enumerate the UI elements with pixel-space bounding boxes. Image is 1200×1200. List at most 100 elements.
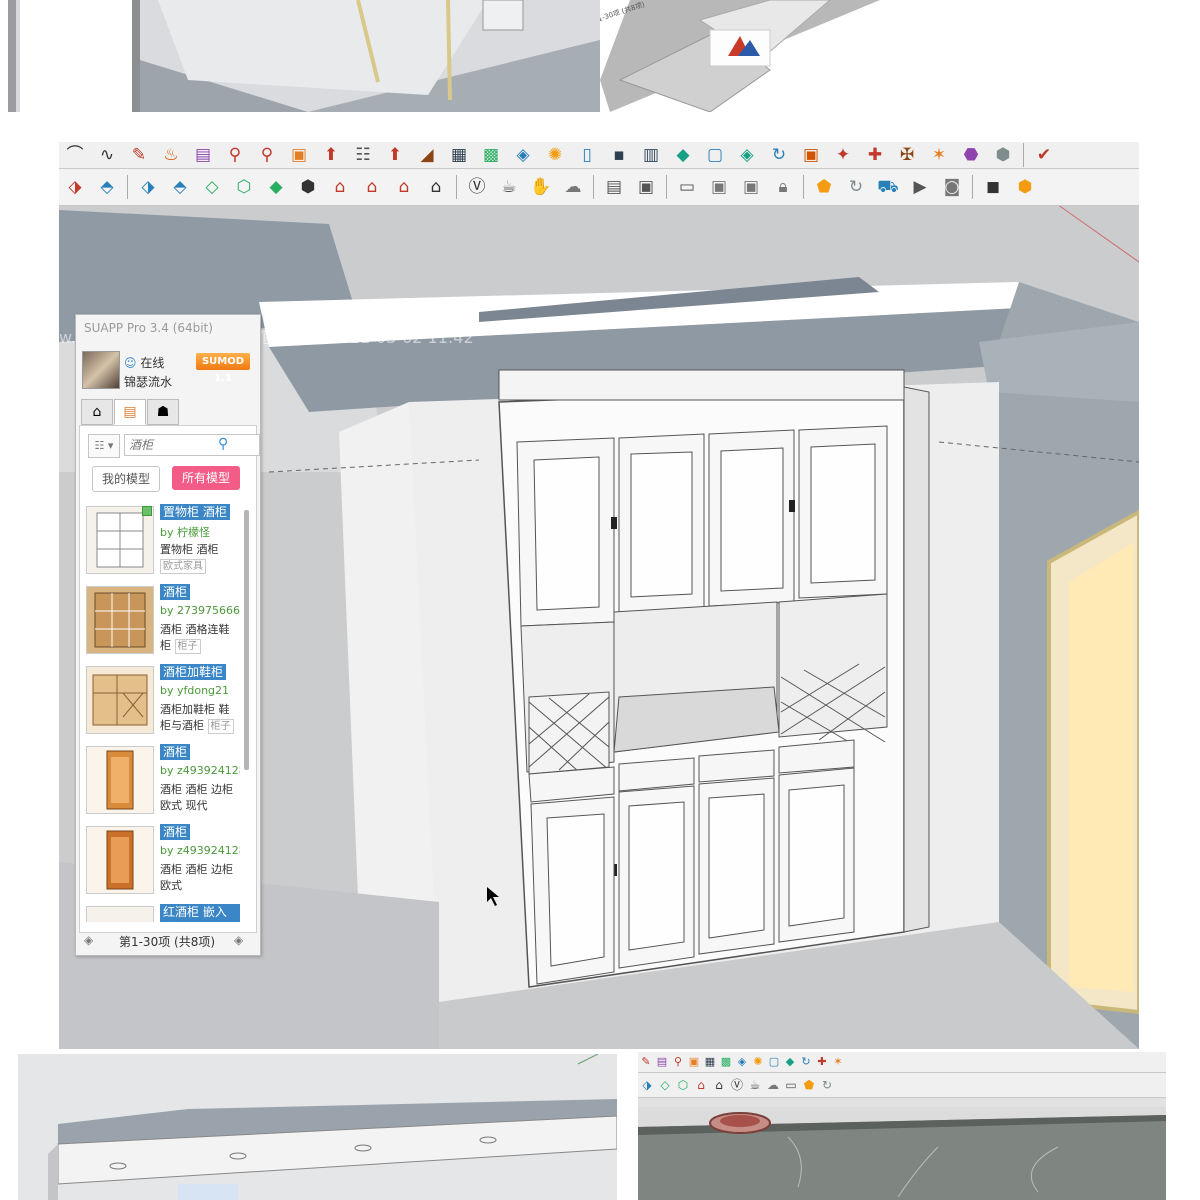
box-icon[interactable]: ▣ xyxy=(688,1056,700,1068)
model-title[interactable]: 酒柜加鞋柜 xyxy=(160,664,227,680)
frame-icon[interactable]: ▢ xyxy=(704,144,726,166)
house2-icon[interactable]: ⌂ xyxy=(361,176,383,198)
model-title[interactable]: 酒柜 xyxy=(160,584,191,600)
paint-icon[interactable]: ◈ xyxy=(736,1056,748,1068)
grid-icon[interactable]: ▦ xyxy=(704,1056,716,1068)
gift-icon[interactable]: ✚ xyxy=(864,144,886,166)
rotate-icon[interactable]: ↻ xyxy=(800,1056,812,1068)
model-author[interactable]: by 273975666 xyxy=(160,604,240,617)
cube2-icon[interactable]: ⬢ xyxy=(992,144,1014,166)
model-title[interactable]: 置物柜 酒柜 xyxy=(160,504,230,520)
window-icon[interactable]: ▭ xyxy=(784,1078,798,1092)
check-icon[interactable]: Ⓥ xyxy=(730,1078,744,1092)
window2-icon[interactable]: ▣ xyxy=(708,176,730,198)
palette-icon[interactable]: ✺ xyxy=(752,1056,764,1068)
camera-icon[interactable]: ▶ xyxy=(909,176,931,198)
model-category[interactable]: 欧式家具 xyxy=(160,559,206,574)
cubes-icon[interactable]: ⬡ xyxy=(233,176,255,198)
list-item[interactable]: 红酒柜 嵌入式 xyxy=(84,902,240,922)
diamond2-icon[interactable]: ◆ xyxy=(265,176,287,198)
view-mode-select[interactable]: ☷ ▾ xyxy=(88,434,120,458)
gem-icon[interactable]: ◆ xyxy=(672,144,694,166)
cube-icon[interactable]: ⬗ xyxy=(640,1078,654,1092)
gift-icon[interactable]: ✚ xyxy=(816,1056,828,1068)
wrench-icon[interactable]: ✦ xyxy=(832,144,854,166)
my-models-button[interactable]: 我的模型 xyxy=(92,466,160,492)
bucket-icon[interactable]: ♨ xyxy=(160,144,182,166)
arrow-up-icon[interactable]: ⬆ xyxy=(384,144,406,166)
cube-icon[interactable]: ◈ xyxy=(736,144,758,166)
teapot-icon[interactable]: ☕ xyxy=(498,176,520,198)
tab-models[interactable]: ▤ xyxy=(114,399,146,425)
pencil-icon[interactable]: ✎ xyxy=(640,1056,652,1068)
model-thumbnail[interactable] xyxy=(86,826,154,894)
palette-icon[interactable]: ✺ xyxy=(544,144,566,166)
gem-icon[interactable]: ◆ xyxy=(784,1056,796,1068)
suapp-panel[interactable]: SUAPP Pro 3.4 (64bit) ☺ 在线 锦瑟流水 SUMOD 1.… xyxy=(75,314,261,956)
table-icon[interactable]: ☷ xyxy=(352,144,374,166)
model-thumbnail[interactable] xyxy=(86,586,154,654)
shield-icon[interactable]: ⬟ xyxy=(813,176,835,198)
lock-icon[interactable]: 🔒︎ xyxy=(772,176,794,198)
building-icon[interactable]: ▥ xyxy=(640,144,662,166)
window3-icon[interactable]: ▣ xyxy=(740,176,762,198)
cloud-icon[interactable]: ☁ xyxy=(562,176,584,198)
list-item[interactable]: 置物柜 酒柜 by 柠檬怪 置物柜 酒柜 欧式家具 xyxy=(84,502,240,580)
frame-icon[interactable]: ▣ xyxy=(635,176,657,198)
settings-icon[interactable]: ⬢ xyxy=(1014,176,1036,198)
layout-icon[interactable]: ▤ xyxy=(603,176,625,198)
list-item[interactable]: 酒柜 by z493924128 酒柜 酒柜 边柜 欧式 xyxy=(84,822,240,900)
tab-user[interactable]: ☗ xyxy=(147,399,179,425)
book2-icon[interactable]: ▯ xyxy=(576,144,598,166)
house-icon[interactable]: ⌂ xyxy=(329,176,351,198)
check-icon[interactable]: ✔ xyxy=(1033,144,1055,166)
shape-icon[interactable]: ◢ xyxy=(416,144,438,166)
all-models-button[interactable]: 所有模型 xyxy=(172,466,240,490)
grid2-icon[interactable]: ▩ xyxy=(720,1056,732,1068)
shield-icon[interactable]: ⬟ xyxy=(802,1078,816,1092)
search-icon[interactable]: ⚲ xyxy=(218,436,228,452)
next-page-icon[interactable]: ◈ xyxy=(234,933,243,947)
refresh-icon[interactable]: ↻ xyxy=(820,1078,834,1092)
model-author[interactable]: by yfdong21 xyxy=(160,684,229,697)
box-icon[interactable]: ▣ xyxy=(288,144,310,166)
paint-icon[interactable]: ◈ xyxy=(512,144,534,166)
cloud-icon[interactable]: ☁ xyxy=(766,1078,780,1092)
star-icon[interactable]: ✶ xyxy=(928,144,950,166)
house3-icon[interactable]: ⌂ xyxy=(393,176,415,198)
arc-icon[interactable]: ⌒ xyxy=(64,144,86,166)
model-title[interactable]: 酒柜 xyxy=(160,824,191,840)
pin-icon[interactable]: ⚲ xyxy=(224,144,246,166)
pin-icon[interactable]: ⚲ xyxy=(672,1056,684,1068)
tab-home[interactable]: ⌂ xyxy=(81,399,113,425)
tools-icon[interactable]: ✠ xyxy=(896,144,918,166)
freehand-icon[interactable]: ∿ xyxy=(96,144,118,166)
model-category[interactable]: 柜子 xyxy=(174,639,201,654)
box2-icon[interactable]: ▣ xyxy=(800,144,822,166)
list-item[interactable]: 酒柜 by z493924128 酒柜 酒柜 边柜 欧式 现代 xyxy=(84,742,240,820)
list-item[interactable]: 酒柜 by 273975666 酒柜 酒格连鞋柜 柜子 xyxy=(84,582,240,660)
hand-icon[interactable]: ✋ xyxy=(530,176,552,198)
teapot-icon[interactable]: ☕ xyxy=(748,1078,762,1092)
box-icon[interactable]: ⬢ xyxy=(297,176,319,198)
diamond-icon[interactable]: ◇ xyxy=(201,176,223,198)
arrow-icon[interactable]: ⬆ xyxy=(320,144,342,166)
cube4-icon[interactable]: ⬘ xyxy=(169,176,191,198)
home-icon[interactable]: ⌂ xyxy=(712,1078,726,1092)
photo-icon[interactable]: ◙ xyxy=(941,176,963,198)
grid2-icon[interactable]: ▩ xyxy=(480,144,502,166)
model-author[interactable]: by z493924128 xyxy=(160,764,240,777)
book-icon[interactable]: ▤ xyxy=(192,144,214,166)
search-input[interactable] xyxy=(124,434,260,456)
model-category[interactable]: 柜子 xyxy=(207,719,234,734)
cube-icon[interactable]: ⬗ xyxy=(64,176,86,198)
model-thumbnail[interactable] xyxy=(86,746,154,814)
list-scrollbar[interactable] xyxy=(244,510,249,770)
house-icon[interactable]: ⌂ xyxy=(694,1078,708,1092)
model-thumbnail[interactable] xyxy=(86,666,154,734)
model-thumbnail[interactable] xyxy=(86,906,154,922)
save-icon[interactable]: ▪ xyxy=(608,144,630,166)
model-author[interactable]: by 柠檬怪 xyxy=(160,524,210,540)
grid-icon[interactable]: ▦ xyxy=(448,144,470,166)
check-icon[interactable]: Ⓥ xyxy=(466,176,488,198)
